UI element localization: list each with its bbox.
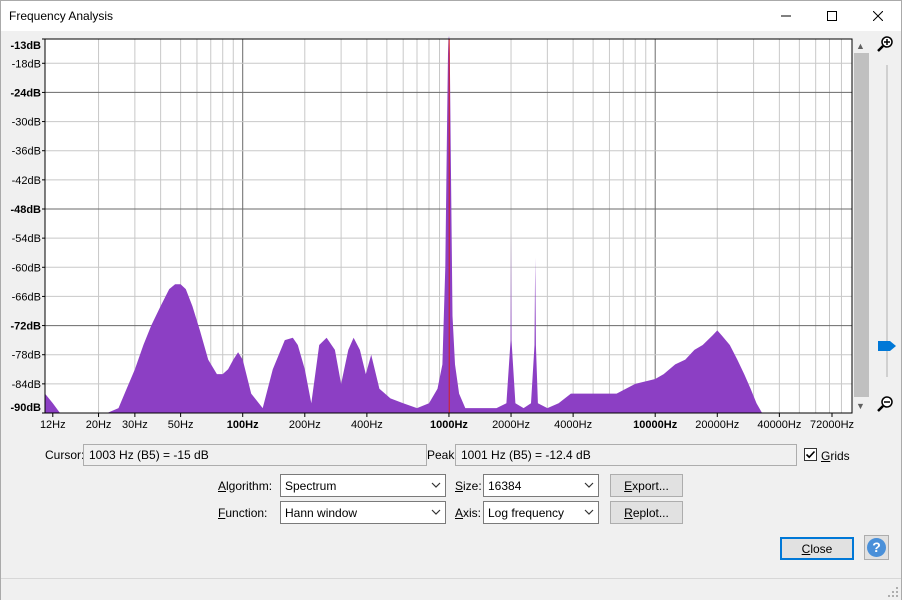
x-tick-label: 4000Hz (554, 419, 592, 431)
x-tick-label: 50Hz (168, 419, 194, 431)
x-axis-labels: 12Hz 20Hz 30Hz 50Hz 100Hz 200Hz 400Hz 1000Hz 200… (40, 413, 854, 431)
chevron-down-icon (431, 482, 441, 488)
x-tick-label: 200Hz (289, 419, 321, 431)
algorithm-value: Spectrum (285, 479, 337, 493)
y-axis-labels: -13dB -18dB -24dB -30dB -36dB -42dB -48dB -54dB… (10, 38, 45, 414)
zoom-out-icon[interactable] (876, 395, 894, 413)
close-button[interactable]: Close (780, 537, 854, 560)
function-select[interactable]: Hann window (280, 501, 446, 524)
algorithm-label: Algorithm: (218, 479, 273, 493)
zoom-slider-thumb[interactable] (877, 340, 897, 352)
axis-label: Axis: (455, 506, 482, 520)
y-tick-label: -42dB (12, 175, 41, 187)
cursor-readout: 1003 Hz (B5) = -15 dB (83, 444, 427, 466)
x-tick-label: 40000Hz (757, 419, 801, 431)
y-tick-label: -30dB (12, 117, 41, 129)
vertical-scrollbar[interactable]: ▲ ▼ (853, 39, 870, 413)
scroll-down-icon[interactable]: ▼ (856, 401, 865, 411)
x-tick-label: 1000Hz (430, 419, 468, 431)
zoom-in-icon[interactable] (876, 35, 894, 53)
x-tick-label: 30Hz (122, 419, 148, 431)
axis-value: Log frequency (488, 506, 565, 520)
zoom-controls (871, 33, 901, 418)
algorithm-select[interactable]: Spectrum (280, 474, 446, 497)
x-tick-label: 100Hz (227, 419, 259, 431)
x-tick-label: 20Hz (86, 419, 112, 431)
y-tick-label: -54dB (12, 233, 41, 245)
size-select[interactable]: 16384 (483, 474, 599, 497)
frequency-analysis-window: Frequency Analysis -13dB -18dB -24dB -30dB -… (0, 0, 902, 600)
spectrum-plot[interactable]: -13dB -18dB -24dB -30dB -36dB -42dB -48dB -54dB… (1, 31, 871, 436)
x-tick-label: 400Hz (351, 419, 383, 431)
zoom-slider-track[interactable] (886, 65, 888, 377)
y-tick-label: -72dB (10, 321, 41, 333)
scroll-up-icon[interactable]: ▲ (856, 41, 865, 51)
peak-readout: 1001 Hz (B5) = -12.4 dB (455, 444, 797, 466)
x-tick-label: 72000Hz (810, 419, 854, 431)
size-value: 16384 (488, 479, 522, 493)
maximize-icon (827, 11, 837, 21)
svg-text:?: ? (872, 539, 881, 555)
x-tick-label: 12Hz (40, 419, 66, 431)
axis-select[interactable]: Log frequency (483, 501, 599, 524)
window-title: Frequency Analysis (9, 9, 114, 23)
y-tick-label: -90dB (10, 402, 41, 414)
maximize-button[interactable] (809, 1, 855, 31)
replot-button[interactable]: Replot... (610, 501, 683, 524)
help-button[interactable]: ? (864, 535, 889, 560)
minimize-icon (781, 15, 791, 17)
scrollbar-thumb[interactable] (854, 53, 869, 397)
window-close-button[interactable] (855, 1, 901, 31)
title-bar: Frequency Analysis (1, 1, 901, 31)
y-tick-label: -48dB (10, 204, 41, 216)
y-tick-label: -66dB (12, 291, 41, 303)
y-tick-label: -24dB (10, 87, 41, 99)
checkmark-icon (805, 450, 816, 459)
y-tick-label: -60dB (12, 262, 41, 274)
resize-grip-icon[interactable] (887, 586, 899, 598)
chevron-down-icon (584, 482, 594, 488)
x-tick-label: 2000Hz (492, 419, 530, 431)
size-label: Size: (455, 479, 482, 493)
help-icon: ? (867, 538, 886, 557)
function-value: Hann window (285, 506, 358, 520)
peak-label: Peak: (427, 448, 458, 462)
y-tick-label: -84dB (12, 379, 41, 391)
export-button[interactable]: Export... (610, 474, 683, 497)
chevron-down-icon (431, 509, 441, 515)
close-icon (873, 11, 883, 21)
cursor-label: Cursor: (45, 448, 85, 462)
x-tick-label: 20000Hz (695, 419, 739, 431)
y-tick-label: -36dB (12, 146, 41, 158)
x-tick-label: 10000Hz (633, 419, 678, 431)
chevron-down-icon (584, 509, 594, 515)
minimize-button[interactable] (763, 1, 809, 31)
y-tick-label: -78dB (12, 350, 41, 362)
function-label: Function: (218, 506, 268, 520)
grids-checkbox[interactable] (804, 448, 817, 461)
y-tick-label: -13dB (10, 40, 41, 52)
y-tick-label: -18dB (12, 58, 41, 70)
status-bar (1, 578, 901, 600)
grids-label: Grids (821, 449, 850, 463)
